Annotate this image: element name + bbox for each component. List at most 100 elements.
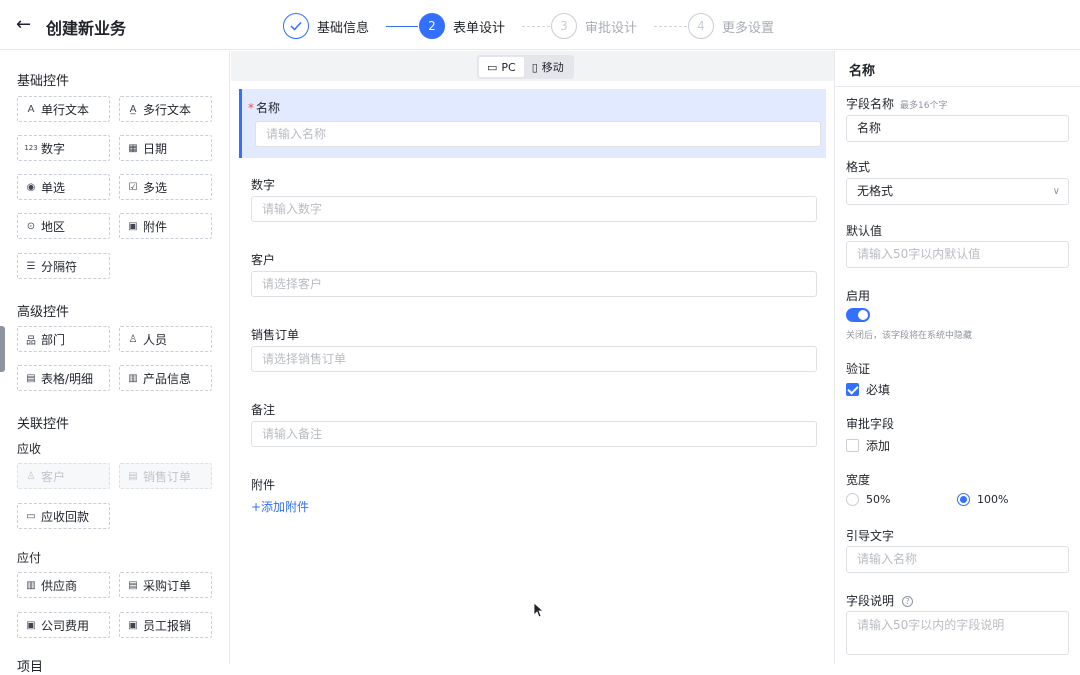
- step-form-design[interactable]: 2 表单设计: [419, 12, 505, 40]
- name-input[interactable]: 请输入名称: [255, 121, 821, 147]
- subsection-payable: 应付: [17, 551, 42, 565]
- location-icon: ⊙: [26, 220, 36, 232]
- form-field-customer[interactable]: 客户 请选择客户: [239, 241, 826, 309]
- guide-text-input[interactable]: 请输入名称: [846, 546, 1069, 573]
- field-label: 名称: [256, 101, 281, 115]
- step-connector: [386, 26, 418, 27]
- enable-label: 启用: [846, 289, 871, 303]
- form-field-sales-order[interactable]: 销售订单 请选择销售订单: [239, 316, 826, 384]
- default-value-label: 默认值: [846, 224, 883, 238]
- control-divider[interactable]: ☰ 分隔符: [17, 253, 110, 279]
- enable-toggle[interactable]: [846, 308, 870, 322]
- check-icon: [283, 13, 309, 39]
- required-checkbox[interactable]: 必填: [846, 381, 890, 398]
- sales-order-select[interactable]: 请选择销售订单: [251, 346, 817, 372]
- control-purchase-order[interactable]: ▤ 采购订单: [119, 572, 212, 598]
- control-attachment[interactable]: ▣ 附件: [119, 213, 212, 239]
- format-select[interactable]: 无格式 ∨: [846, 178, 1069, 205]
- step-more-settings[interactable]: 4 更多设置: [688, 12, 774, 40]
- control-sales-order[interactable]: ▤ 销售订单: [119, 463, 212, 489]
- payment-icon: ▭: [26, 510, 36, 522]
- step-number: 2: [419, 13, 445, 39]
- order-icon: ▤: [128, 579, 138, 591]
- reimburse-icon: ▣: [128, 619, 138, 631]
- section-project-title: 项目: [17, 660, 44, 675]
- help-icon[interactable]: ?: [902, 596, 914, 607]
- control-customer[interactable]: ♙ 客户: [17, 463, 110, 489]
- guide-text-label: 引导文字: [846, 529, 895, 543]
- field-desc-textarea[interactable]: 请输入50字以内的字段说明: [846, 611, 1069, 655]
- control-product-info[interactable]: ▥ 产品信息: [119, 365, 212, 391]
- monitor-icon: ▭: [487, 60, 498, 74]
- step-label: 审批设计: [585, 20, 638, 36]
- control-department[interactable]: 品部门: [17, 326, 110, 352]
- subsection-receivable: 应收: [17, 442, 42, 456]
- arrow-left-icon[interactable]: ←: [16, 14, 31, 35]
- chevron-down-icon: ∨: [1052, 186, 1060, 197]
- canvas-toolbar: ▭ PC ▯ 移动: [231, 51, 834, 81]
- field-name-label: 字段名称: [846, 97, 895, 111]
- form-field-attachment[interactable]: 附件 +添加附件: [239, 466, 826, 526]
- calendar-icon: ▦: [128, 142, 138, 154]
- form-field-name[interactable]: * 名称 请输入名称: [239, 89, 826, 158]
- view-mobile-button[interactable]: ▯ 移动: [524, 57, 572, 77]
- section-advanced-title: 高级控件: [17, 305, 70, 320]
- field-name-input[interactable]: 名称: [846, 115, 1069, 142]
- form-canvas: ▭ PC ▯ 移动 * 名称 请输入名称 数字 请输入数字 客户 请选择客户 销售订单…: [231, 51, 834, 664]
- remark-input[interactable]: 请输入备注: [251, 421, 817, 447]
- default-value-input[interactable]: 请输入50字以内默认值: [846, 241, 1069, 268]
- number-input[interactable]: 请输入数字: [251, 196, 817, 222]
- step-connector: [522, 26, 550, 27]
- enable-hint: 关闭后，该字段将在系统中隐藏: [846, 331, 973, 341]
- step-approval-design[interactable]: 3 审批设计: [551, 12, 637, 40]
- width-100-radio[interactable]: 100%: [957, 493, 1008, 506]
- table-icon: ▤: [26, 372, 36, 384]
- control-checkbox[interactable]: ☑ 多选: [119, 174, 212, 200]
- section-basic-title: 基础控件: [17, 74, 70, 89]
- control-receivable-payment[interactable]: ▭ 应收回款: [17, 503, 110, 529]
- customer-select[interactable]: 请选择客户: [251, 271, 817, 297]
- control-number[interactable]: 123 数字: [17, 135, 110, 161]
- step-label: 基础信息: [317, 20, 370, 36]
- checkbox-icon: [846, 383, 859, 396]
- control-person[interactable]: ♙ 人员: [119, 326, 212, 352]
- step-number: 3: [551, 13, 577, 39]
- view-pc-button[interactable]: ▭ PC: [479, 57, 524, 77]
- step-basic-info[interactable]: 基础信息: [283, 12, 369, 40]
- toggle-knob: [858, 310, 868, 320]
- approval-add-checkbox[interactable]: 添加: [846, 437, 890, 454]
- control-employee-reimbursement[interactable]: ▣ 员工报销: [119, 612, 212, 638]
- view-switch: ▭ PC ▯ 移动: [477, 55, 574, 79]
- required-mark: *: [248, 101, 254, 115]
- approval-field-label: 审批字段: [846, 417, 895, 431]
- form-field-remark[interactable]: 备注 请输入备注: [239, 391, 826, 459]
- step-label: 更多设置: [722, 20, 775, 36]
- control-radio[interactable]: ◉ 单选: [17, 174, 110, 200]
- width-50-radio[interactable]: 50%: [846, 493, 890, 506]
- attachment-icon: ▣: [128, 220, 138, 232]
- control-supplier[interactable]: ▥ 供应商: [17, 572, 110, 598]
- number-icon: 123: [24, 144, 38, 152]
- page-title: 创建新业务: [46, 19, 127, 38]
- text-icon: A: [27, 103, 35, 115]
- divider-icon: ☰: [26, 260, 36, 272]
- controls-panel: 基础控件 A 单行文本 A̲ 多行文本 123 数字 ▦ 日期 ◉ 单选 ☑ 多选 ⊙ 地区 …: [0, 51, 230, 675]
- control-single-line-text[interactable]: A 单行文本: [17, 96, 110, 122]
- mobile-icon: ▯: [531, 60, 538, 74]
- control-company-expense[interactable]: ▣ 公司费用: [17, 612, 110, 638]
- user-icon: ♙: [128, 333, 138, 345]
- panel-collapse-handle[interactable]: [0, 326, 5, 372]
- control-multi-line-text[interactable]: A̲ 多行文本: [119, 96, 212, 122]
- step-label: 表单设计: [453, 20, 506, 36]
- add-attachment-link[interactable]: +添加附件: [251, 498, 309, 515]
- radio-icon: ◉: [26, 181, 36, 193]
- control-region[interactable]: ⊙ 地区: [17, 213, 110, 239]
- field-label: 附件: [251, 478, 276, 492]
- control-date[interactable]: ▦ 日期: [119, 135, 212, 161]
- control-table-detail[interactable]: ▤ 表格/明细: [17, 365, 110, 391]
- multiline-text-icon: A̲: [129, 103, 137, 115]
- expense-icon: ▣: [26, 619, 36, 631]
- form-field-number[interactable]: 数字 请输入数字: [239, 166, 826, 234]
- properties-panel: 名称 字段名称 最多16个字 名称 格式 无格式 ∨ 默认值 请输入50字以内默认值…: [834, 51, 1080, 664]
- divider: [835, 86, 1080, 87]
